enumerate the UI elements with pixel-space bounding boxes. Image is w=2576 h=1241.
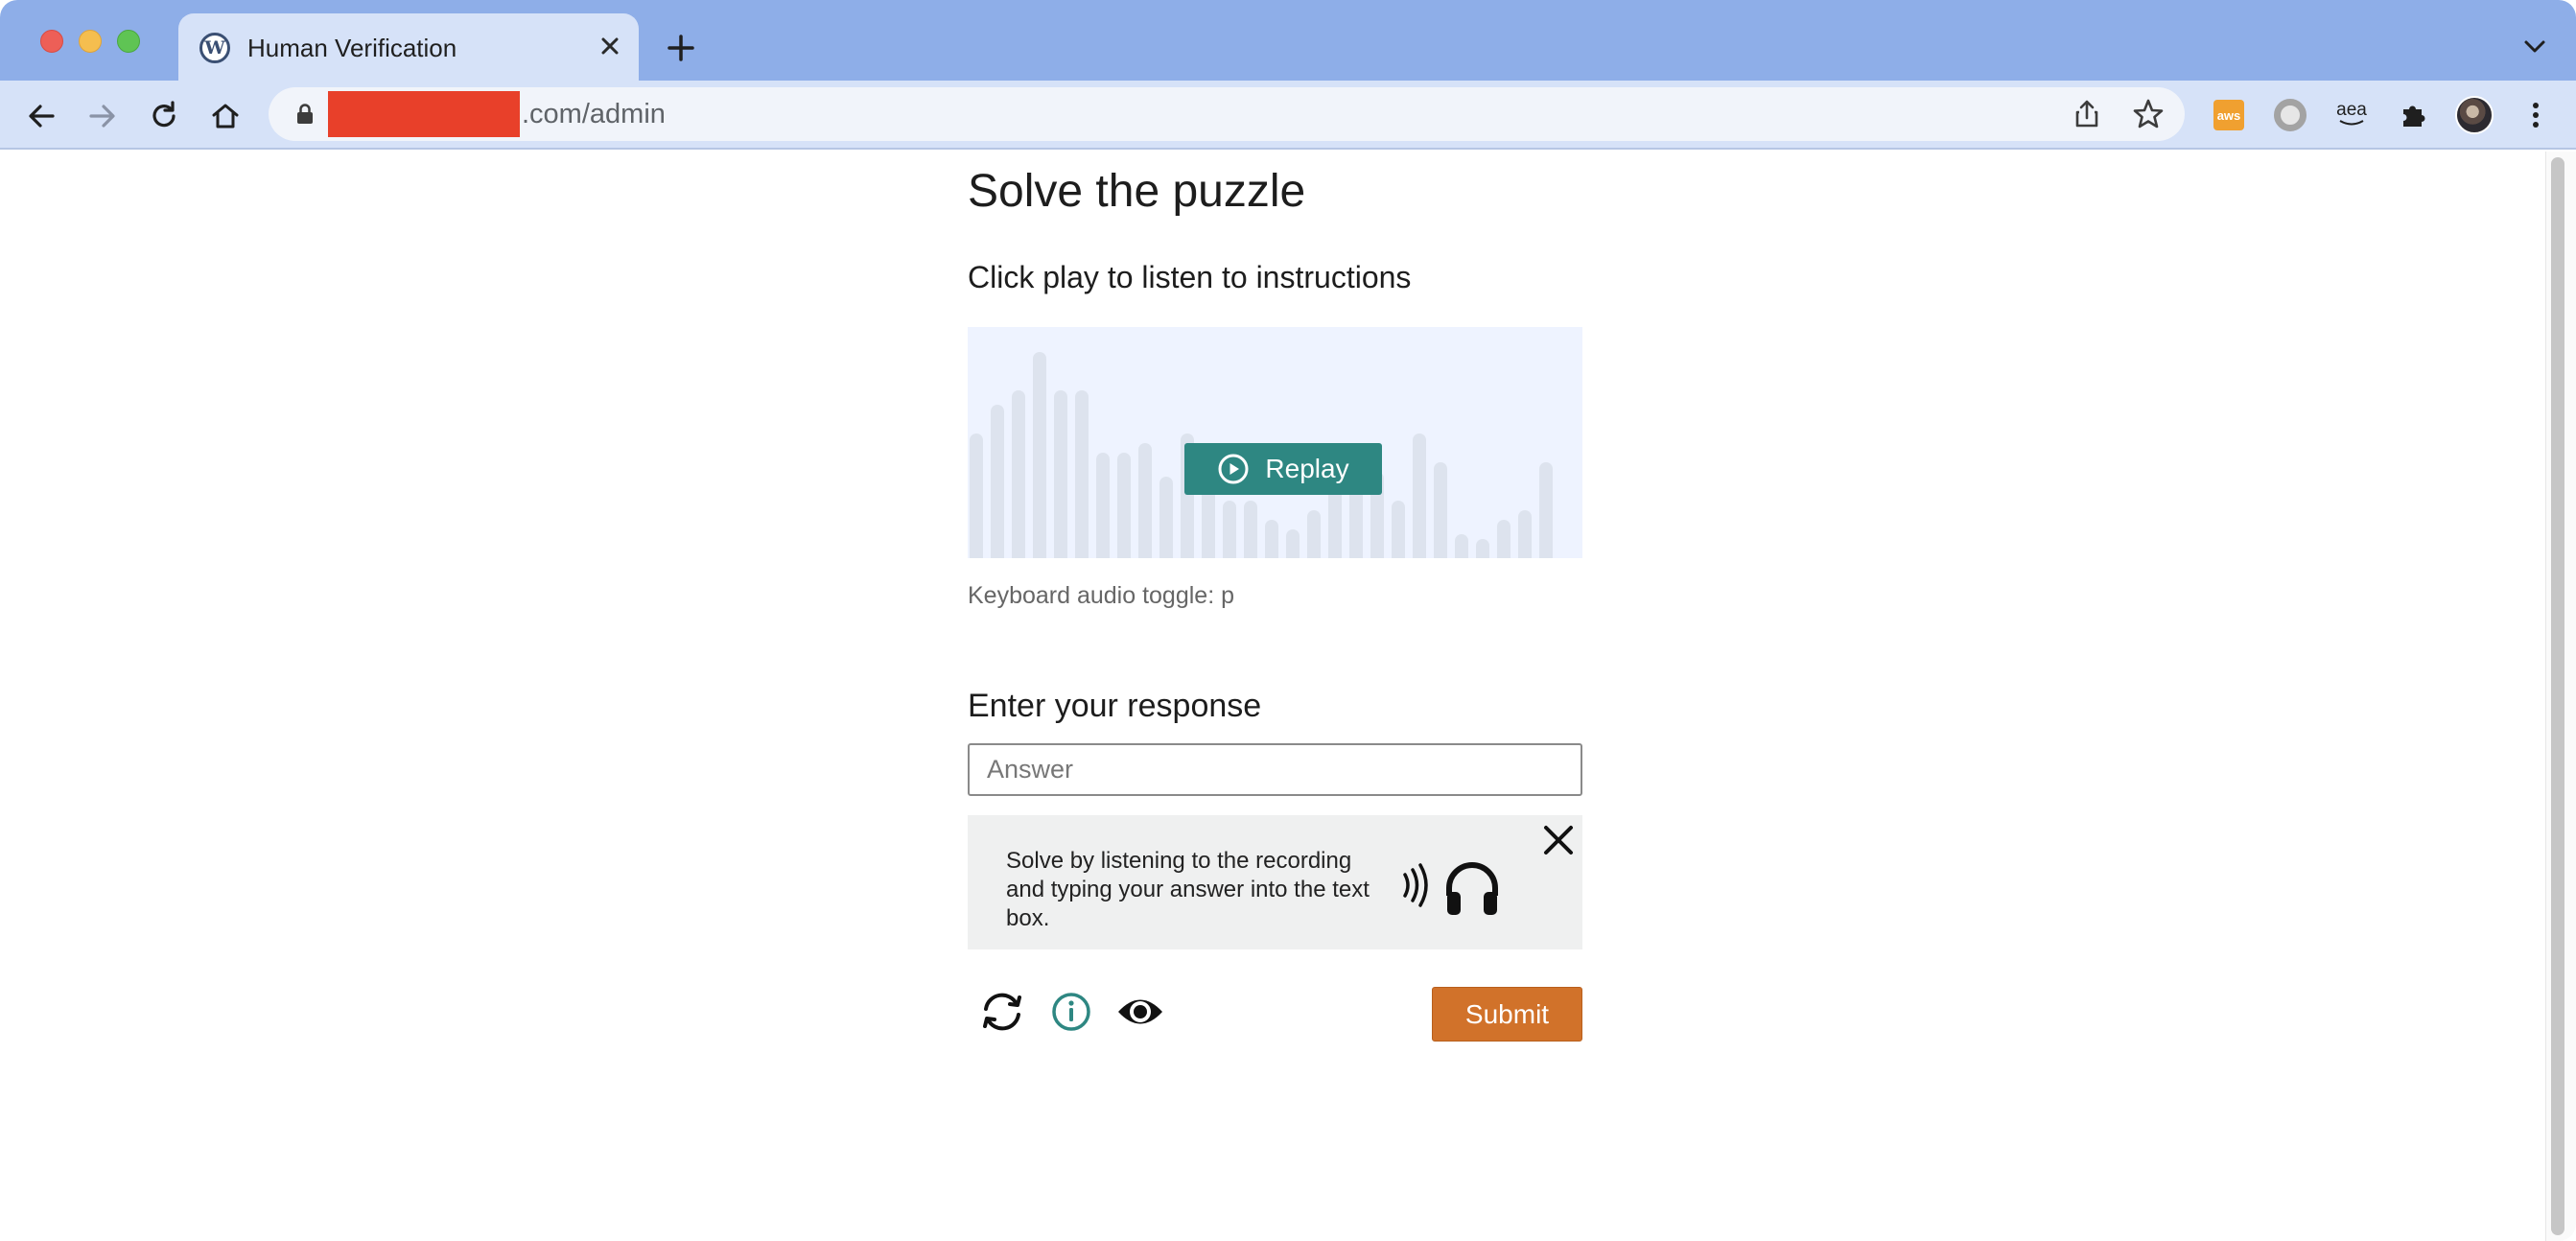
- close-window-button[interactable]: [40, 30, 63, 53]
- tab-close-icon[interactable]: [593, 29, 627, 63]
- play-circle-icon: [1218, 454, 1249, 484]
- profile-avatar[interactable]: [2453, 94, 2495, 136]
- waveform-bar: [1159, 477, 1173, 558]
- waveform-bar: [1054, 390, 1067, 558]
- headphones-icon: [1446, 862, 1498, 915]
- help-panel: Solve by listening to the recording and …: [968, 815, 1582, 949]
- response-heading: Enter your response: [968, 688, 1262, 724]
- waveform-bar: [1434, 462, 1447, 558]
- page-content: [0, 152, 2576, 1241]
- star-icon[interactable]: [2131, 97, 2166, 131]
- scrollbar-thumb[interactable]: [2551, 157, 2564, 1235]
- waveform-bar: [1497, 520, 1510, 558]
- waveform-bar: [1539, 462, 1553, 558]
- circle-extension-icon[interactable]: [2269, 94, 2311, 136]
- new-tab-icon[interactable]: [662, 29, 700, 67]
- share-icon[interactable]: [2070, 97, 2104, 131]
- sound-waves-icon: [1403, 863, 1428, 907]
- help-text: Solve by listening to the recording and …: [1006, 848, 1370, 931]
- tab-strip: W Human Verification: [0, 0, 2576, 81]
- address-bar[interactable]: .com/admin: [269, 87, 2185, 141]
- waveform-bar: [1244, 501, 1257, 558]
- maximize-window-button[interactable]: [117, 30, 140, 53]
- refresh-icon[interactable]: [976, 986, 1028, 1038]
- audio-player: Replay: [968, 327, 1582, 558]
- chevron-down-icon[interactable]: [2518, 33, 2551, 61]
- replay-button[interactable]: Replay: [1184, 443, 1382, 495]
- waveform-bar: [970, 433, 983, 558]
- puzzle-extensions-icon[interactable]: [2392, 94, 2434, 136]
- waveform-bar: [1012, 390, 1025, 558]
- waveform-bar: [1223, 501, 1236, 558]
- waveform-bar: [1033, 352, 1046, 558]
- keyboard-hint: Keyboard audio toggle: p: [968, 582, 1234, 609]
- waveform-bar: [1075, 390, 1089, 558]
- reload-icon[interactable]: [144, 96, 184, 136]
- minimize-window-button[interactable]: [79, 30, 102, 53]
- browser-menu-icon[interactable]: [2515, 94, 2557, 136]
- wordpress-icon: W: [199, 33, 230, 63]
- answer-input[interactable]: [968, 743, 1582, 796]
- tab-title: Human Verification: [247, 34, 457, 62]
- back-icon[interactable]: [21, 96, 61, 136]
- waveform-bar: [1117, 453, 1131, 558]
- waveform-bar: [1476, 539, 1489, 558]
- waveform-bar: [1286, 529, 1300, 558]
- lock-icon: [297, 104, 313, 124]
- eye-icon[interactable]: [1114, 986, 1166, 1038]
- amazon-assoc-extension-icon[interactable]: aea: [2330, 94, 2373, 136]
- waveform-bar: [1518, 510, 1532, 558]
- waveform-bar: [1138, 443, 1152, 558]
- url-text: .com/admin: [522, 99, 666, 129]
- waveform-bar: [1455, 534, 1468, 558]
- waveform-bar: [1096, 453, 1110, 558]
- waveform-bar: [991, 405, 1004, 558]
- browser-window: W Human Verification .com/admin aws aea …: [0, 0, 2576, 1241]
- forward-icon[interactable]: [82, 96, 123, 136]
- waveform-bar: [1392, 501, 1405, 558]
- submit-button[interactable]: Submit: [1432, 987, 1582, 1042]
- aws-extension-icon[interactable]: aws: [2208, 94, 2250, 136]
- page-title: Solve the puzzle: [968, 166, 1306, 217]
- waveform-bar: [1307, 510, 1321, 558]
- waveform-bar: [1265, 520, 1278, 558]
- instructions-text: Click play to listen to instructions: [968, 260, 1412, 294]
- tab-human-verification[interactable]: W Human Verification: [178, 13, 639, 81]
- redacted-domain: [328, 91, 520, 137]
- close-icon[interactable]: [1538, 820, 1579, 860]
- browser-toolbar: .com/admin aws aea: [0, 81, 2576, 150]
- replay-label: Replay: [1265, 454, 1349, 483]
- waveform-bar: [1413, 433, 1426, 558]
- info-icon[interactable]: [1045, 986, 1097, 1038]
- home-icon[interactable]: [205, 96, 246, 136]
